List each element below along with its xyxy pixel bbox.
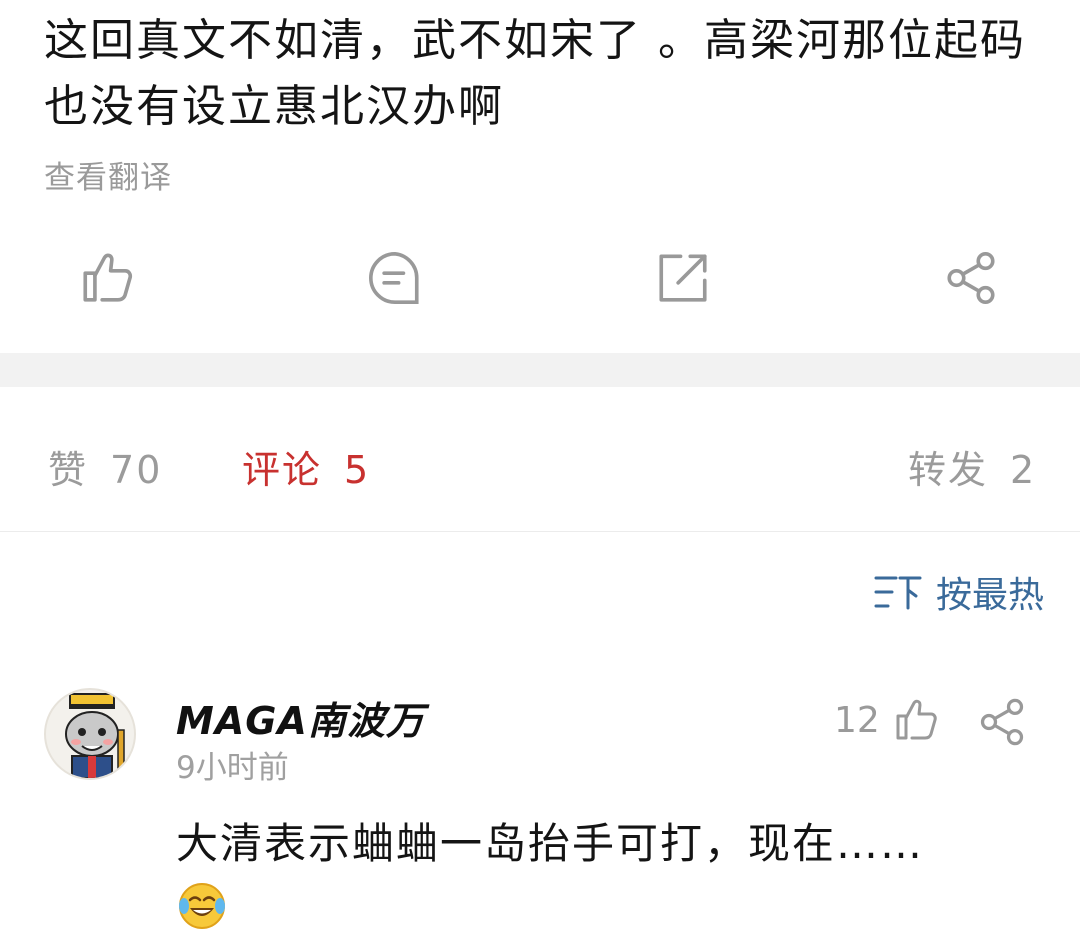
comment-item: MAGA南波万 9小时前 12 大清表示蛐蛐一岛抬手可打，现在……	[0, 680, 1080, 945]
likes-count: 70	[110, 448, 163, 492]
comments-label: 评论	[242, 448, 323, 492]
comment-button[interactable]	[363, 246, 427, 310]
thumbs-up-icon	[83, 253, 133, 302]
view-translation-link[interactable]: 查看翻译	[44, 152, 172, 197]
post-text: 这回真文不如清，武不如宋了 。高梁河那位起码也没有设立惠北汉办啊	[44, 15, 1026, 132]
repost-icon	[659, 254, 707, 302]
thumbs-up-icon	[896, 699, 937, 740]
sort-icon	[874, 576, 922, 610]
tab-reposts[interactable]: 转发 2	[908, 439, 1036, 494]
likes-label: 赞	[48, 448, 89, 492]
reposts-label: 转发	[908, 448, 989, 492]
comment-icon	[369, 252, 419, 304]
repost-button[interactable]	[651, 246, 715, 310]
comment-text: 大清表示蛐蛐一岛抬手可打，现在……	[176, 819, 925, 868]
share-button[interactable]	[939, 246, 1003, 310]
reposts-count: 2	[1010, 448, 1037, 492]
laughing-crying-emoji-icon	[176, 880, 228, 932]
comments-count: 5	[344, 448, 371, 492]
share-icon	[947, 252, 995, 304]
comment-share-button[interactable]	[976, 696, 1028, 748]
action-bar	[0, 236, 1080, 320]
comment-time: 9小时前	[176, 750, 289, 786]
avatar[interactable]	[44, 688, 136, 780]
stats-tabs: 赞 70 评论 5 转发 2	[0, 387, 1080, 532]
tab-comments[interactable]: 评论 5	[242, 439, 370, 494]
tab-likes[interactable]: 赞 70	[48, 439, 162, 494]
section-divider	[0, 353, 1080, 387]
comment-username[interactable]: MAGA南波万	[176, 690, 425, 745]
comment-like-button[interactable]: 12	[834, 696, 940, 744]
share-icon	[980, 698, 1024, 746]
like-button[interactable]	[75, 246, 139, 310]
sort-toggle[interactable]: 按最热	[874, 566, 1044, 618]
comment-like-count: 12	[834, 699, 880, 741]
sort-label: 按最热	[935, 575, 1044, 616]
